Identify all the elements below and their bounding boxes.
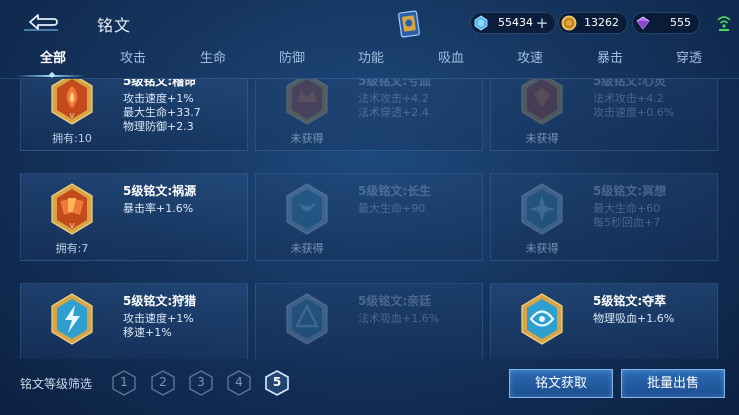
inscription-name: 5级铭文:稽命 bbox=[123, 79, 197, 88]
level-number: 1 bbox=[120, 375, 128, 389]
not-obtained-label: 未获得 bbox=[290, 132, 324, 145]
tab-attack[interactable]: 攻击 bbox=[103, 48, 163, 74]
inscription-attribute: 物理吸血+1.6% bbox=[593, 312, 675, 325]
level-number: 2 bbox=[159, 375, 167, 389]
inscription-emblem-icon: V bbox=[51, 79, 93, 125]
inscription-emblem-icon bbox=[521, 183, 563, 235]
inscription-card-icon[interactable] bbox=[398, 10, 420, 38]
inscription-emblem-icon bbox=[521, 79, 563, 125]
not-obtained-label: 未获得 bbox=[290, 242, 324, 255]
svg-text:V: V bbox=[70, 112, 75, 120]
tab-health[interactable]: 生命 bbox=[183, 48, 243, 74]
inscription-grid: V 5级铭文:稽命 攻击速度+1% 最大生命+33.7 物理防御+2.3 拥有:… bbox=[0, 79, 739, 359]
inscription-emblem-icon bbox=[286, 79, 328, 125]
inscription-attribute: 物理防御+2.3 bbox=[123, 120, 194, 133]
back-arrow-icon bbox=[24, 14, 58, 31]
inscription-name: 5级铭文:夺萃 bbox=[593, 294, 667, 308]
inscription-emblem-icon: V bbox=[51, 183, 93, 235]
level-filter-5[interactable]: 5 bbox=[265, 370, 289, 396]
inscription-name: 5级铭文:冥想 bbox=[593, 184, 667, 198]
gold-amount: 13262 bbox=[584, 16, 619, 29]
get-inscription-button[interactable]: 铭文获取 bbox=[509, 369, 613, 398]
diamond-counter: 55434 + bbox=[470, 12, 556, 34]
tab-lifesteal[interactable]: 吸血 bbox=[421, 48, 481, 74]
inscription-name: 5级铭文:祸源 bbox=[123, 184, 197, 198]
level-number: 3 bbox=[197, 375, 205, 389]
level-number: 4 bbox=[235, 375, 243, 389]
category-tabs: 全部 攻击 生命 防御 功能 吸血 攻速 暴击 穿透 bbox=[0, 48, 739, 74]
page-title: 铭文 bbox=[97, 16, 132, 35]
tab-attack-speed[interactable]: 攻速 bbox=[500, 48, 560, 74]
inscription-attribute: 最大生命+90 bbox=[358, 202, 426, 215]
top-bar: 铭文 55434 + 13262 555 bbox=[0, 0, 739, 46]
inscription-card[interactable]: 5级铭文:亲廷 法术吸血+1.6% bbox=[255, 283, 483, 359]
inscription-attribute: 法术吸血+1.6% bbox=[358, 312, 440, 325]
owned-count: 拥有:7 bbox=[55, 242, 89, 255]
gold-coin-icon bbox=[561, 15, 577, 31]
diamond-gem-icon bbox=[474, 15, 488, 31]
inscription-name: 5级铭文:狩猎 bbox=[123, 294, 197, 308]
back-button[interactable] bbox=[20, 9, 62, 35]
inscription-emblem-icon bbox=[521, 293, 563, 345]
inscription-attribute: 每5秒回血+7 bbox=[593, 216, 661, 229]
inscription-emblem-icon bbox=[286, 293, 328, 345]
owned-count: 拥有:10 bbox=[52, 132, 92, 145]
level-filter-2[interactable]: 2 bbox=[151, 370, 175, 396]
tab-critical[interactable]: 暴击 bbox=[580, 48, 640, 74]
level-filter-3[interactable]: 3 bbox=[189, 370, 213, 396]
level-filter-4[interactable]: 4 bbox=[227, 370, 251, 396]
purple-crystal-icon bbox=[636, 16, 650, 30]
inscription-emblem-icon bbox=[51, 293, 93, 345]
add-diamond-button[interactable]: + bbox=[535, 15, 549, 31]
tab-utility[interactable]: 功能 bbox=[341, 48, 401, 74]
inscription-name: 5级铭文:兮血 bbox=[358, 79, 432, 88]
inscription-attribute: 暴击率+1.6% bbox=[123, 202, 194, 215]
inscription-attribute: 移速+1% bbox=[123, 326, 172, 339]
wifi-signal-icon bbox=[717, 16, 731, 31]
crystal-counter: 555 bbox=[632, 12, 700, 34]
inscription-name: 5级铭文:亲廷 bbox=[358, 294, 432, 308]
inscription-card[interactable]: 5级铭文:冥想 最大生命+60 每5秒回血+7 未获得 bbox=[490, 173, 718, 261]
inscription-card[interactable]: V 5级铭文:稽命 攻击速度+1% 最大生命+33.7 物理防御+2.3 拥有:… bbox=[20, 79, 248, 151]
svg-text:V: V bbox=[70, 222, 75, 230]
inscription-attribute: 攻击速度+0.6% bbox=[593, 106, 675, 119]
tab-penetration[interactable]: 穿透 bbox=[659, 48, 719, 74]
inscription-name: 5级铭文:长生 bbox=[358, 184, 432, 198]
bulk-sell-button[interactable]: 批量出售 bbox=[621, 369, 725, 398]
inscription-card[interactable]: 5级铭文:心灵 法术攻击+4.2 攻击速度+0.6% 未获得 bbox=[490, 79, 718, 151]
inscription-attribute: 法术穿透+2.4 bbox=[358, 106, 429, 119]
not-obtained-label: 未获得 bbox=[525, 132, 559, 145]
inscription-card[interactable]: 5级铭文:夺萃 物理吸血+1.6% bbox=[490, 283, 718, 359]
crystal-amount: 555 bbox=[670, 16, 691, 29]
level-filter-label: 铭文等级筛选 bbox=[20, 377, 93, 391]
inscription-card[interactable]: 5级铭文:长生 最大生命+90 未获得 bbox=[255, 173, 483, 261]
inscription-card[interactable]: V 5级铭文:祸源 暴击率+1.6% 拥有:7 bbox=[20, 173, 248, 261]
level-number: 5 bbox=[272, 375, 282, 389]
gold-counter: 13262 bbox=[558, 12, 628, 34]
inscription-name: 5级铭文:心灵 bbox=[593, 79, 667, 88]
diamond-amount: 55434 bbox=[498, 16, 533, 29]
tab-defense[interactable]: 防御 bbox=[262, 48, 322, 74]
inscription-card[interactable]: 5级铭文:兮血 法术攻击+4.2 法术穿透+2.4 未获得 bbox=[255, 79, 483, 151]
level-filter-1[interactable]: 1 bbox=[112, 370, 136, 396]
inscription-emblem-icon bbox=[286, 183, 328, 235]
not-obtained-label: 未获得 bbox=[525, 242, 559, 255]
inscription-card[interactable]: 5级铭文:狩猎 攻击速度+1% 移速+1% bbox=[20, 283, 248, 359]
